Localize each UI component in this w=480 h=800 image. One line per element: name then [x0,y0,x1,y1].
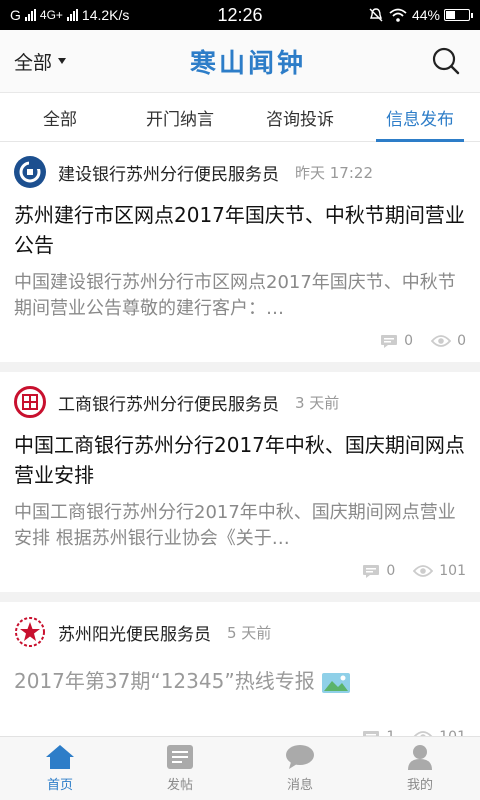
nav-profile-label: 我的 [406,778,433,793]
author-name[interactable]: 苏州阳光便民服务员 [58,620,211,645]
post-item[interactable]: 苏州阳光便民服务员 5 天前 2017年第37期“12345”热线专报 1 10… [0,602,480,736]
comment-icon [381,335,398,348]
bottom-nav: 首页 发帖 消息 我的 [0,736,480,800]
filter-dropdown[interactable]: 全部 [14,48,67,75]
post-item[interactable]: 建设银行苏州分行便民服务员 昨天 17:22 苏州建行市区网点2017年国庆节、… [0,142,480,372]
nav-messages[interactable]: 消息 [240,737,360,800]
view-count: 101 [413,563,466,579]
network-speed: 14.2K/s [81,7,130,23]
ccb-logo-icon [19,161,41,183]
post-header: 苏州阳光便民服务员 5 天前 [14,616,466,648]
post-title-text: 2017年第37期“12345”热线专报 [14,669,315,693]
search-icon [432,47,460,75]
chat-bubble-icon [286,745,314,769]
image-icon [322,672,351,693]
eye-icon [431,335,452,347]
search-button[interactable] [430,45,462,77]
author-name[interactable]: 工商银行苏州分行便民服务员 [58,390,279,415]
nav-messages-label: 消息 [286,778,313,793]
app-header: 全部 寒山闻钟 [0,30,480,92]
post-stats: 0 0 [14,330,466,352]
tab-open-suggestions[interactable]: 开门纳言 [120,93,240,141]
battery-percent: 44% [411,7,440,23]
view-count: 0 [431,333,466,349]
signal-icon-2 [66,9,78,21]
nav-post-label: 发帖 [166,778,193,793]
comment-count-value: 0 [386,563,396,579]
tab-all[interactable]: 全部 [0,93,120,141]
view-count-value: 101 [439,729,466,736]
post-stats: 1 101 [362,726,466,736]
status-bar: G 4G+ 14.2K/s 12:26 44% [0,0,480,30]
icbc-logo-avatar[interactable] [14,386,46,418]
post-header: 工商银行苏州分行便民服务员 3 天前 [14,386,466,418]
post-title[interactable]: 苏州建行市区网点2017年国庆节、中秋节期间营业公告 [14,200,466,260]
compose-icon [167,745,193,769]
status-right: 44% [368,7,473,23]
nav-profile[interactable]: 我的 [360,737,480,800]
app-title: 寒山闻钟 [190,48,307,79]
post-header: 建设银行苏州分行便民服务员 昨天 17:22 [14,156,466,188]
author-name[interactable]: 建设银行苏州分行便民服务员 [58,160,279,185]
nav-post[interactable]: 发帖 [120,737,240,800]
view-count-value: 101 [439,563,466,579]
comment-count[interactable]: 1 [362,729,395,736]
star-emblem-icon [15,617,45,647]
status-left: G 4G+ 14.2K/s [10,7,129,23]
comment-count[interactable]: 0 [380,333,413,349]
post-feed[interactable]: 建设银行苏州分行便民服务员 昨天 17:22 苏州建行市区网点2017年国庆节、… [0,142,480,736]
carrier-label: G [10,7,21,23]
post-summary: 中国建设银行苏州分行市区网点2017年国庆节、中秋节期间营业公告尊敬的建行客户：… [14,272,456,319]
mute-icon [369,8,383,22]
battery-fill [446,11,455,19]
tab-info-release[interactable]: 信息发布 [360,93,480,142]
icbc-logo-icon [22,394,38,410]
comment-count-value: 1 [386,729,395,736]
eye-icon [413,565,434,577]
post-title[interactable]: 2017年第37期“12345”热线专报 [14,666,466,696]
view-count: 101 [413,729,466,736]
sunshine-logo-avatar[interactable] [14,616,46,648]
caret-down-icon [58,58,67,64]
comment-count[interactable]: 0 [362,563,395,579]
post-stats: 0 101 [14,560,466,582]
view-count-value: 0 [457,333,466,349]
nav-home[interactable]: 首页 [0,737,120,800]
post-time: 5 天前 [227,623,272,642]
wifi-icon [389,8,407,22]
category-tabs: 全部 开门纳言 咨询投诉 信息发布 [0,92,480,142]
comment-icon [363,565,380,578]
post-time: 昨天 17:22 [295,163,373,182]
comment-count-value: 0 [404,333,414,349]
filter-label: 全部 [14,51,53,74]
tab-consult-complaint[interactable]: 咨询投诉 [240,93,360,141]
nav-home-label: 首页 [46,778,73,793]
battery-icon [444,9,473,21]
post-title[interactable]: 中国工商银行苏州分行2017年中秋、国庆期间网点营业安排 [14,430,466,490]
post-item[interactable]: 工商银行苏州分行便民服务员 3 天前 中国工商银行苏州分行2017年中秋、国庆期… [0,372,480,602]
home-icon [46,745,74,769]
signal-icon [24,9,36,21]
network-type: 4G+ [39,8,63,22]
post-summary: 中国工商银行苏州分行2017年中秋、国庆期间网点营业安排 根据苏州银行业协会《关… [14,502,456,549]
ccb-logo-avatar[interactable] [14,156,46,188]
post-time: 3 天前 [295,393,340,412]
user-icon [408,745,432,770]
